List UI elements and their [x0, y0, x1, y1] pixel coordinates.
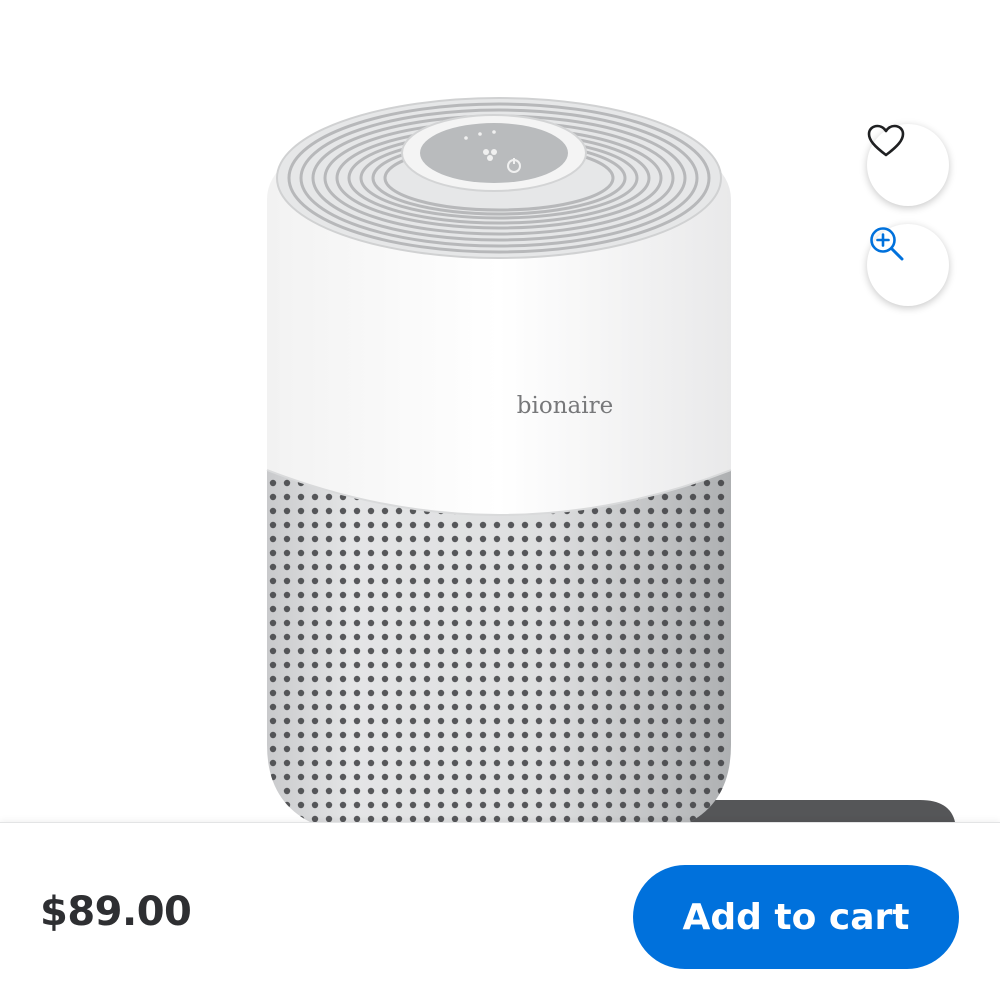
zoom-in-icon: [870, 227, 904, 261]
product-page-screen: bionaire $89.00 Add to cart: [0, 0, 1000, 1000]
heart-outline-icon: [867, 124, 905, 157]
favorite-button[interactable]: [867, 124, 949, 206]
purchase-bar: $89.00 Add to cart: [0, 822, 1000, 1000]
product-image[interactable]: bionaire: [0, 0, 1000, 822]
air-purifier-illustration: bionaire: [266, 97, 955, 822]
brand-print: bionaire: [517, 393, 613, 419]
zoom-button[interactable]: [867, 224, 949, 306]
add-to-cart-button[interactable]: Add to cart: [633, 865, 959, 969]
price-label: $89.00: [40, 889, 192, 935]
